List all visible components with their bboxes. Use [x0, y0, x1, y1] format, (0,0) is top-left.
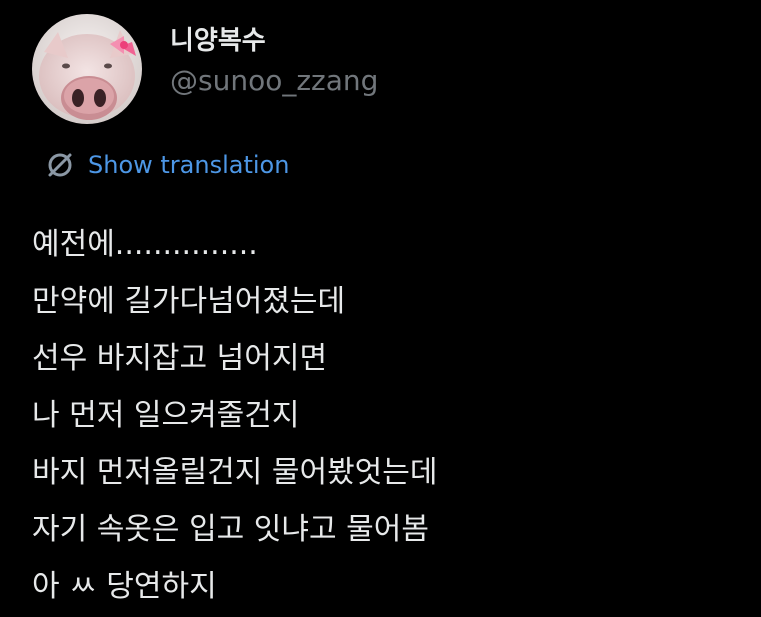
tweet-text-line: 바지 먼저올릴건지 물어봤엇는데	[32, 455, 438, 490]
tweet-text-line: 자기 속옷은 입고 잇냐고 물어봄	[32, 512, 429, 547]
globe-translate-icon	[44, 149, 76, 181]
tweet-author: 니양복수 @sunoo_zzang	[170, 24, 378, 98]
author-display-name[interactable]: 니양복수	[170, 24, 378, 58]
avatar[interactable]	[32, 14, 142, 124]
tweet-text-line: 예전에...............	[32, 227, 258, 262]
tweet-text-line: 만약에 길가다넘어졌는데	[32, 284, 346, 319]
tweet-text-line: 나 먼저 일으켜줄건지	[32, 398, 300, 433]
show-translation-label: Show translation	[88, 151, 290, 179]
author-handle[interactable]: @sunoo_zzang	[170, 64, 378, 98]
tweet-text-line: 아 ㅆ 당연하지	[32, 569, 217, 604]
tweet-text-line: 선우 바지잡고 넘어지면	[32, 341, 328, 376]
pig-avatar-icon	[32, 14, 142, 124]
show-translation-button[interactable]: Show translation	[44, 146, 289, 184]
tweet: 니양복수 @sunoo_zzang Show translation 예전에..…	[0, 0, 761, 617]
tweet-text: 예전에............... 만약에 길가다넘어졌는데 선우 바지잡고 …	[32, 216, 752, 615]
